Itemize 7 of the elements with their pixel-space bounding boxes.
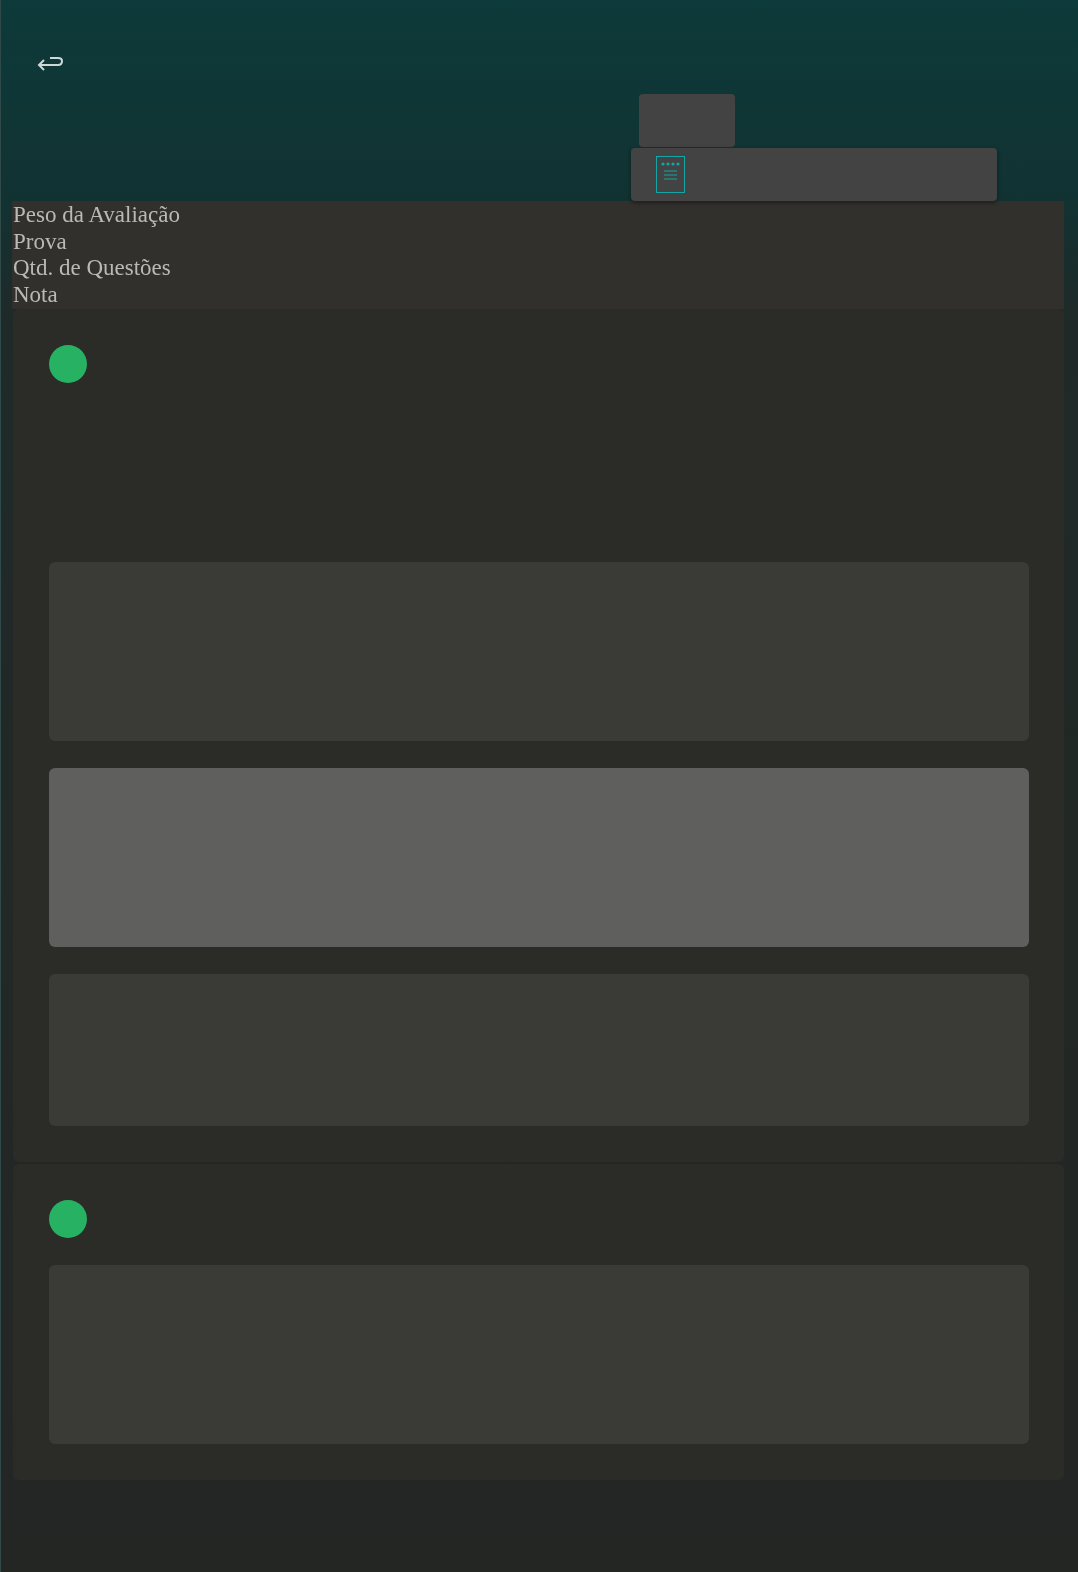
document-icon[interactable] bbox=[656, 156, 685, 193]
column-label: Nota bbox=[13, 282, 58, 309]
column-label: Peso da Avaliação bbox=[13, 202, 180, 229]
column-label: Qtd. de Questões bbox=[13, 255, 171, 283]
selected-option[interactable] bbox=[49, 767, 1029, 947]
tab-button[interactable] bbox=[639, 94, 735, 147]
column-label: Prova bbox=[13, 228, 67, 256]
